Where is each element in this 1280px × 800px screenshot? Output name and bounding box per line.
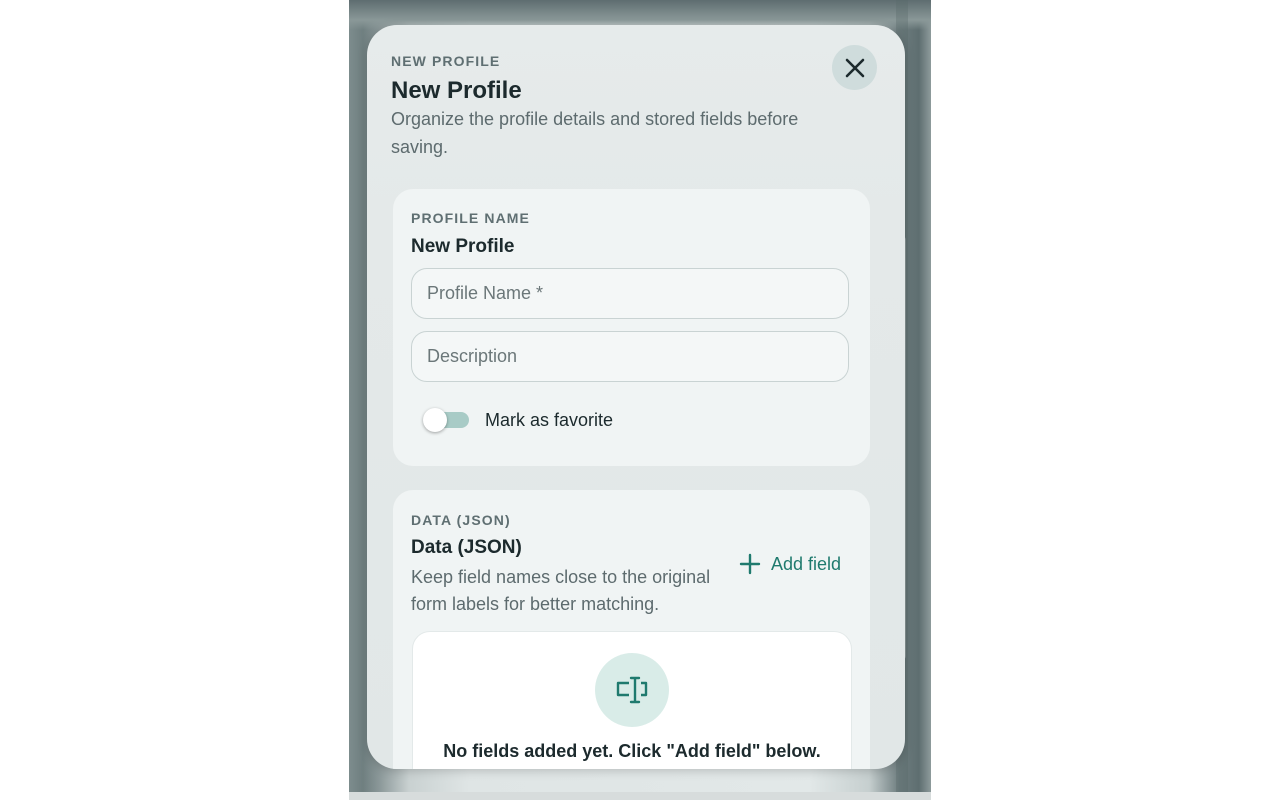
profile-name-input[interactable] bbox=[412, 269, 848, 318]
profile-name-field[interactable] bbox=[411, 268, 849, 319]
plus-icon bbox=[739, 553, 761, 575]
close-icon bbox=[845, 58, 864, 77]
popup-bottom-edge bbox=[349, 792, 931, 800]
text-cursor-icon bbox=[616, 676, 648, 704]
data-card-eyebrow: DATA (JSON) bbox=[411, 512, 511, 528]
extension-popup: NEW PROFILE New Profile Organize the pro… bbox=[349, 0, 931, 800]
data-card-description: Keep field names close to the original f… bbox=[411, 567, 711, 614]
empty-state: No fields added yet. Click "Add field" b… bbox=[412, 631, 852, 769]
favorite-toggle[interactable] bbox=[423, 408, 469, 432]
dialog-subtitle: Organize the profile details and stored … bbox=[391, 109, 799, 157]
profile-card-eyebrow: PROFILE NAME bbox=[411, 210, 530, 226]
new-profile-dialog: NEW PROFILE New Profile Organize the pro… bbox=[367, 25, 905, 769]
add-field-button[interactable]: Add field bbox=[739, 549, 841, 579]
profile-card-title: New Profile bbox=[411, 236, 515, 257]
dialog-eyebrow: NEW PROFILE bbox=[391, 53, 501, 69]
toggle-knob bbox=[423, 408, 447, 432]
description-input[interactable] bbox=[412, 332, 848, 381]
profile-name-card: PROFILE NAME New Profile Mark as favorit… bbox=[393, 189, 870, 466]
empty-state-icon-circle bbox=[595, 653, 669, 727]
dialog-title: New Profile bbox=[391, 77, 522, 104]
description-field[interactable] bbox=[411, 331, 849, 382]
data-json-card: DATA (JSON) Data (JSON) Keep field names… bbox=[393, 490, 870, 769]
empty-state-text: No fields added yet. Click "Add field" b… bbox=[443, 741, 821, 761]
data-card-title: Data (JSON) bbox=[411, 537, 522, 558]
add-field-label: Add field bbox=[771, 553, 842, 574]
close-button[interactable] bbox=[832, 45, 877, 90]
favorite-toggle-label: Mark as favorite bbox=[485, 410, 614, 430]
